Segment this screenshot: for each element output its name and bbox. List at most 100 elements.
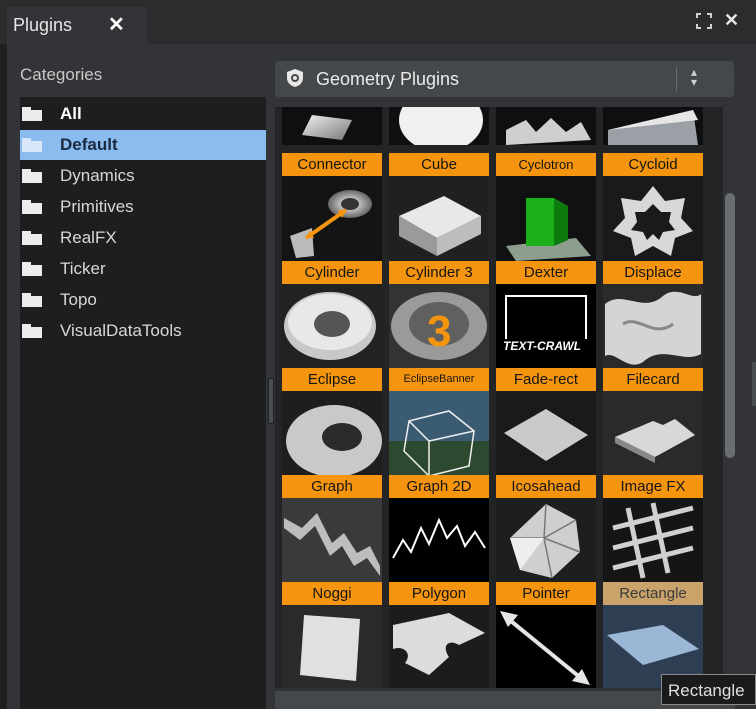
plugin-tile-partial[interactable] bbox=[282, 107, 382, 145]
plugin-tile-cyclotron[interactable]: Cyclotron bbox=[496, 153, 596, 261]
dropdown-label: Geometry Plugins bbox=[316, 69, 460, 89]
plugin-thumbnail bbox=[389, 176, 489, 261]
plugin-label: EclipseBanner bbox=[389, 368, 489, 391]
plugin-thumbnail bbox=[282, 605, 382, 688]
plugin-tile-dexter[interactable]: Dexter TEXT-CRAWL bbox=[496, 261, 596, 369]
dropdown-divider bbox=[676, 67, 677, 91]
plugin-tile-eclipsebanner[interactable]: EclipseBanner bbox=[389, 368, 489, 476]
plugin-tile-partial[interactable] bbox=[496, 107, 596, 145]
plugin-thumbnail bbox=[282, 176, 382, 261]
right-splitter-handle[interactable] bbox=[752, 362, 756, 406]
category-label: VisualDataTools bbox=[60, 321, 182, 340]
category-label: All bbox=[60, 104, 82, 123]
tooltip: Rectangle bbox=[661, 674, 756, 705]
plugin-tile-fade-rect[interactable]: Fade-rect bbox=[496, 368, 596, 476]
plugin-thumbnail bbox=[603, 284, 703, 369]
plugin-tile-partial[interactable] bbox=[389, 107, 489, 145]
plugin-tile-cycloid[interactable]: Cycloid bbox=[603, 153, 703, 261]
plugin-label: Icosahead bbox=[496, 475, 596, 498]
category-dynamics[interactable]: Dynamics bbox=[20, 161, 266, 191]
plugin-thumbnail bbox=[282, 284, 382, 369]
plugin-label: Displace bbox=[603, 261, 703, 284]
categories-list: All Default Dynamics Primitives RealFX T… bbox=[20, 97, 266, 709]
folder-icon bbox=[22, 200, 42, 214]
category-realfx[interactable]: RealFX bbox=[20, 223, 266, 253]
plugin-type-dropdown[interactable]: Geometry Plugins ▴ ▾ bbox=[275, 61, 734, 97]
plugin-tile-imagefx[interactable]: Image FX bbox=[603, 475, 703, 583]
plugin-label: Noggi bbox=[282, 582, 382, 605]
plugin-tile-icosahead[interactable]: Icosahead bbox=[496, 475, 596, 583]
category-all[interactable]: All bbox=[20, 99, 266, 129]
plugin-label: Dexter bbox=[496, 261, 596, 284]
tab-close-icon[interactable]: ✕ bbox=[108, 12, 125, 37]
plugin-thumbnail bbox=[603, 391, 703, 476]
window-close-icon[interactable]: ✕ bbox=[724, 10, 739, 31]
plugin-tile-eclipse[interactable]: Eclipse bbox=[282, 368, 382, 476]
title-bar: Plugins ✕ ✕ bbox=[0, 0, 756, 44]
category-label: Default bbox=[60, 135, 118, 154]
plugin-thumbnail bbox=[282, 498, 382, 583]
plugin-label: Filecard bbox=[603, 368, 703, 391]
plugin-tile-cylinder3[interactable]: Cylinder 3 3 bbox=[389, 261, 489, 369]
plugin-thumbnail bbox=[603, 176, 703, 261]
plugin-thumbnail: TEXT-CRAWL bbox=[496, 284, 596, 369]
grid-scrollbar-thumb[interactable] bbox=[725, 193, 735, 458]
plugin-thumbnail bbox=[603, 107, 703, 145]
plugin-label: Polygon bbox=[389, 582, 489, 605]
plugin-thumbnail bbox=[496, 176, 596, 261]
folder-icon bbox=[22, 138, 42, 152]
plugin-label: Cylinder bbox=[282, 261, 382, 284]
plugin-tile-graph2d[interactable]: Graph 2D bbox=[389, 475, 489, 583]
plugin-tile-polygon[interactable]: Polygon bbox=[389, 582, 489, 688]
plugin-tile-cylinder[interactable]: Cylinder bbox=[282, 261, 382, 369]
svg-text:3: 3 bbox=[427, 307, 451, 356]
category-label: Topo bbox=[60, 290, 97, 309]
plugin-label: Cycloid bbox=[603, 153, 703, 176]
plugin-thumbnail bbox=[389, 107, 489, 145]
plugin-label: Rectangle bbox=[603, 582, 703, 605]
category-label: RealFX bbox=[60, 228, 117, 247]
tab-plugins[interactable]: Plugins ✕ bbox=[7, 7, 147, 44]
plugin-label: Connector bbox=[282, 153, 382, 176]
plugin-label: Eclipse bbox=[282, 368, 382, 391]
plugin-tile-rectangle[interactable]: Rectangle bbox=[603, 582, 703, 688]
categories-title: Categories bbox=[20, 65, 103, 84]
category-label: Ticker bbox=[60, 259, 106, 278]
plugin-thumbnail bbox=[496, 605, 596, 688]
plugin-label: Pointer bbox=[496, 582, 596, 605]
plugin-label: Cyclotron bbox=[496, 153, 596, 176]
folder-icon bbox=[22, 107, 42, 121]
plugin-thumbnail bbox=[603, 498, 703, 583]
plugin-thumbnail bbox=[282, 391, 382, 476]
panel-splitter-handle[interactable] bbox=[268, 378, 274, 424]
plugin-tile-noggi[interactable]: Noggi bbox=[282, 582, 382, 688]
plugin-tile-connector[interactable]: Connector bbox=[282, 153, 382, 261]
category-label: Primitives bbox=[60, 197, 134, 216]
plugin-tile-pointer[interactable]: Pointer bbox=[496, 582, 596, 688]
plugin-thumbnail bbox=[389, 391, 489, 476]
plugin-thumbnail bbox=[282, 107, 382, 145]
plugin-tile-cube[interactable]: Cube bbox=[389, 153, 489, 261]
plugin-thumbnail bbox=[496, 498, 596, 583]
folder-icon bbox=[22, 293, 42, 307]
plugin-tile-partial[interactable] bbox=[603, 107, 703, 145]
folder-icon bbox=[22, 169, 42, 183]
plugin-tile-graph[interactable]: Graph bbox=[282, 475, 382, 583]
category-topo[interactable]: Topo bbox=[20, 285, 266, 315]
plugin-thumbnail bbox=[389, 498, 489, 583]
plugin-label: Cylinder 3 bbox=[389, 261, 489, 284]
folder-icon bbox=[22, 262, 42, 276]
plugin-tile-displace[interactable]: Displace bbox=[603, 261, 703, 369]
plugin-label: Graph 2D bbox=[389, 475, 489, 498]
maximize-icon[interactable] bbox=[696, 13, 712, 34]
category-primitives[interactable]: Primitives bbox=[20, 192, 266, 222]
dexter-image-text: TEXT-CRAWL bbox=[503, 339, 581, 353]
plugin-label: Fade-rect bbox=[496, 368, 596, 391]
category-default[interactable]: Default bbox=[20, 130, 266, 160]
folder-icon bbox=[22, 324, 42, 338]
plugin-thumbnail bbox=[496, 391, 596, 476]
plugin-thumbnail: 3 bbox=[389, 284, 489, 369]
category-visualdatatools[interactable]: VisualDataTools bbox=[20, 316, 266, 346]
plugin-tile-filecard[interactable]: Filecard bbox=[603, 368, 703, 476]
category-ticker[interactable]: Ticker bbox=[20, 254, 266, 284]
